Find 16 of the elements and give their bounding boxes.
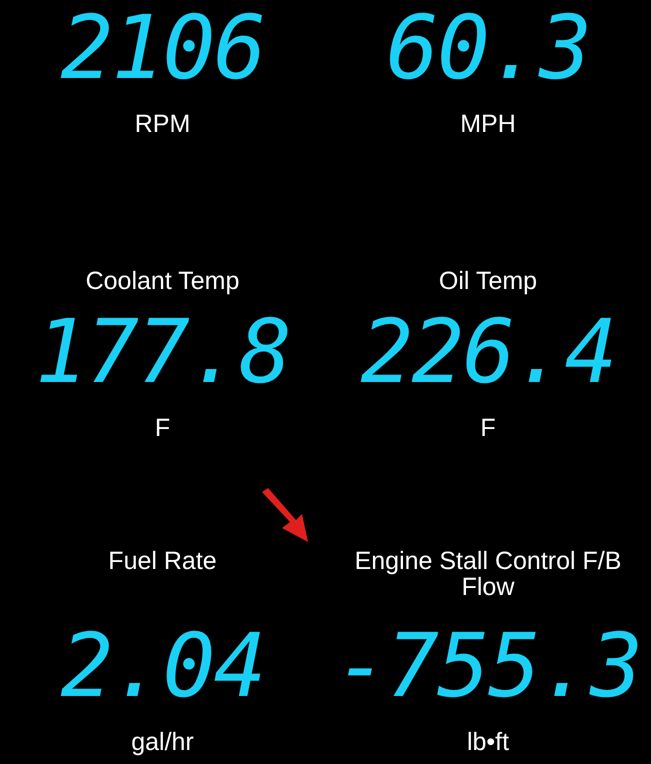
unit-label: F [480,414,496,443]
gauge-label: Coolant Temp [86,268,240,294]
gauge-reading: 226.4 [360,304,616,400]
unit-label: gal/hr [131,728,194,757]
unit-label: lb•ft [466,728,510,757]
gauge-reading: 177.8 [35,304,290,400]
unit-label: MPH [460,110,516,139]
gauge-reading: 2.04 [60,618,264,714]
gauge-label: Oil Temp [438,268,538,294]
gauge-reading: 60.3 [386,0,590,96]
gauge-label: Engine Stall Control F/B Flow [354,548,622,600]
gauge-label: Fuel Rate [108,548,217,574]
gauge-reading: 2106 [60,0,264,96]
unit-label: RPM [134,110,190,139]
gauge-reading: -755.3 [335,618,641,714]
unit-label: F [154,414,170,443]
